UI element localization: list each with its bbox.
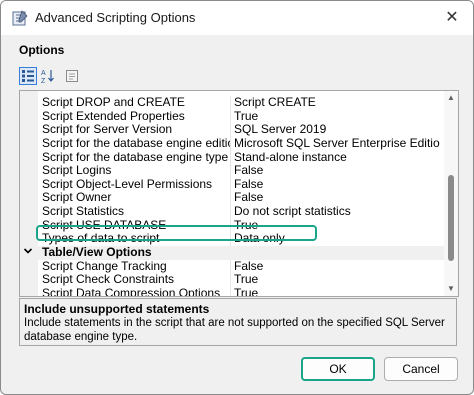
property-name: Script Extended Properties: [42, 109, 185, 123]
property-name: Script Change Tracking: [42, 259, 167, 273]
property-name: Script Data Compression Options: [42, 286, 221, 297]
window-title: Advanced Scripting Options: [35, 10, 196, 25]
property-value[interactable]: Data only: [234, 232, 440, 246]
scrollbar-thumb[interactable]: [448, 175, 454, 261]
property-row[interactable]: Script Statistics Do not script statisti…: [20, 205, 444, 219]
property-value[interactable]: Stand-alone instance: [234, 151, 440, 165]
property-name: Script Statistics: [42, 205, 125, 219]
property-rows: Script DROP and CREATE Script CREATE Scr…: [20, 91, 444, 297]
property-row[interactable]: Script USE DATABASE True: [20, 218, 444, 233]
property-value[interactable]: Microsoft SQL Server Enterprise Edition: [234, 137, 440, 151]
property-row[interactable]: Script Object-Level Permissions False: [20, 177, 444, 192]
property-name: Script USE DATABASE: [42, 218, 167, 232]
property-value[interactable]: SQL Server 2019: [234, 123, 440, 137]
property-row[interactable]: Script Extended Properties True: [20, 109, 444, 124]
ok-button[interactable]: OK: [301, 357, 375, 381]
description-text: Include statements in the script that ar…: [24, 317, 445, 343]
property-name: Script for Server Version: [42, 123, 173, 137]
sort-az-icon[interactable]: A Z: [39, 67, 57, 85]
property-name: Script for the database engine edition: [42, 136, 230, 150]
property-value[interactable]: False: [234, 191, 440, 205]
property-name: Script Object-Level Permissions: [42, 177, 213, 191]
property-value[interactable]: True: [234, 273, 440, 287]
svg-text:Z: Z: [41, 78, 46, 84]
property-name: Script Logins: [42, 164, 112, 178]
property-name: Script Check Constraints: [42, 273, 175, 287]
categorized-icon[interactable]: [19, 67, 37, 85]
scroll-up-arrow-icon[interactable]: ▲: [444, 92, 458, 104]
title-bar: Advanced Scripting Options ✕: [1, 1, 473, 35]
category-table-view-options[interactable]: Table/View Options: [20, 245, 444, 261]
property-row[interactable]: Script Data Compression Options True: [20, 286, 444, 297]
close-icon[interactable]: ✕: [441, 7, 463, 29]
property-value[interactable]: Do not script statistics: [234, 205, 440, 219]
property-row[interactable]: Script Change Tracking False: [20, 259, 444, 274]
property-value[interactable]: False: [234, 164, 440, 178]
property-value[interactable]: Script CREATE: [234, 96, 440, 110]
advanced-scripting-options-dialog: Advanced Scripting Options ✕ Options A Z: [0, 0, 474, 395]
property-row[interactable]: Script Check Constraints True: [20, 273, 444, 287]
property-value[interactable]: True: [234, 287, 440, 296]
scroll-down-arrow-icon[interactable]: ▼: [444, 283, 458, 295]
property-name: Types of data to script: [42, 232, 160, 246]
property-row[interactable]: Script Logins False: [20, 164, 444, 178]
property-pages-icon[interactable]: [63, 67, 81, 85]
property-value[interactable]: False: [234, 178, 440, 192]
property-value[interactable]: False: [234, 260, 440, 274]
property-name: Script for the database engine type: [42, 150, 229, 164]
chevron-down-icon[interactable]: [23, 246, 33, 261]
property-name: Script Owner: [42, 191, 112, 205]
scripting-wizard-icon: [12, 10, 28, 26]
property-row-types-of-data[interactable]: Types of data to script Data only: [20, 232, 444, 247]
options-heading: Options: [19, 43, 65, 57]
property-grid: Script DROP and CREATE Script CREATE Scr…: [19, 90, 459, 297]
property-row[interactable]: Script for the database engine edition M…: [20, 136, 444, 151]
svg-text:A: A: [41, 70, 46, 77]
description-panel: Include unsupported statements Include s…: [19, 298, 457, 346]
property-row[interactable]: Script for the database engine type Stan…: [20, 150, 444, 165]
property-row[interactable]: Script Owner False: [20, 191, 444, 206]
property-name: Script DROP and CREATE: [42, 96, 185, 109]
category-label: Table/View Options: [42, 245, 152, 260]
description-title: Include unsupported statements: [24, 302, 210, 316]
property-row[interactable]: Script DROP and CREATE Script CREATE: [20, 96, 444, 110]
vertical-scrollbar[interactable]: ▲ ▼: [444, 91, 458, 296]
property-value[interactable]: True: [234, 219, 440, 233]
property-row[interactable]: Script for Server Version SQL Server 201…: [20, 123, 444, 137]
cancel-button[interactable]: Cancel: [384, 357, 458, 381]
property-value[interactable]: True: [234, 110, 440, 124]
